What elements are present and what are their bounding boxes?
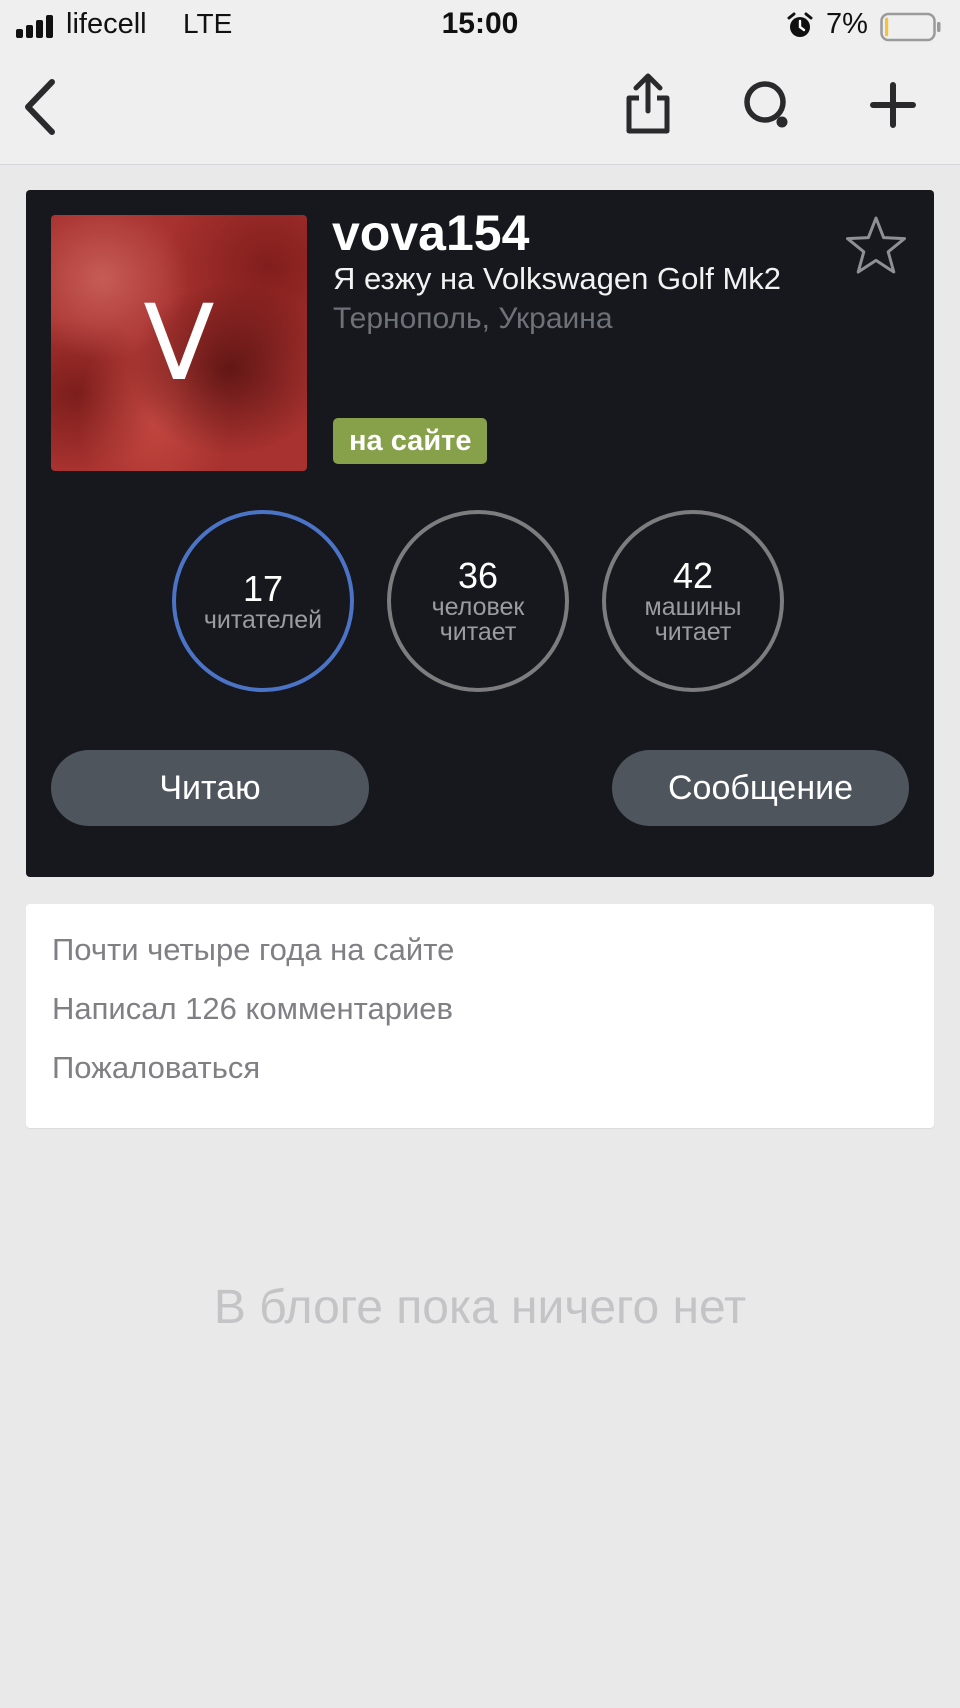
- info-card: Почти четыре года на сайте Написал 126 к…: [26, 904, 934, 1128]
- message-button[interactable]: Сообщение: [612, 750, 909, 826]
- star-outline-icon[interactable]: [844, 214, 908, 278]
- followers-label: читателей: [203, 605, 323, 634]
- following-people-label-2: читает: [439, 618, 517, 646]
- plus-icon: [870, 82, 916, 128]
- following-cars-label: машины: [644, 593, 742, 621]
- avatar: V: [51, 215, 307, 471]
- battery-icon: [880, 12, 941, 42]
- following-cars-count: 42: [672, 555, 714, 596]
- following-people-count: 36: [457, 555, 499, 596]
- share-icon: [626, 73, 670, 134]
- empty-blog-message: В блоге пока ничего нет: [213, 1281, 747, 1334]
- followers-stat[interactable]: 17 читателей: [172, 510, 354, 692]
- share-button[interactable]: [616, 68, 680, 140]
- status-bar: lifecell LTE 15:00 7%: [0, 0, 960, 52]
- avatar-letter: V: [143, 282, 215, 404]
- report-link[interactable]: Пожаловаться: [52, 1050, 260, 1086]
- alarm-icon: [787, 12, 813, 37]
- username: vova154: [332, 205, 530, 261]
- follow-button[interactable]: Читаю: [51, 750, 369, 826]
- back-icon: [25, 79, 55, 135]
- back-button[interactable]: [10, 74, 70, 140]
- online-status-badge: на сайте: [333, 418, 488, 464]
- comments-count: Написал 126 комментариев: [52, 991, 454, 1026]
- following-cars-label-2: читает: [654, 618, 732, 646]
- following-people-stat[interactable]: 36 человек читает: [387, 510, 569, 692]
- add-button[interactable]: [862, 72, 924, 138]
- user-location: Тернополь, Украина: [333, 302, 613, 335]
- search-icon: [744, 81, 788, 128]
- status-time: 15:00: [441, 7, 519, 40]
- search-button[interactable]: [736, 72, 800, 140]
- following-cars-stat[interactable]: 42 машины читает: [602, 510, 784, 692]
- membership-duration: Почти четыре года на сайте: [52, 932, 455, 967]
- followers-count: 17: [242, 567, 284, 609]
- navigation-bar: [0, 52, 960, 165]
- battery-percentage: 7%: [826, 8, 868, 40]
- following-people-label: человек: [431, 593, 525, 621]
- user-car: Я езжу на Volkswagen Golf Mk2: [333, 261, 782, 296]
- profile-card: V vova154 Я езжу на Volkswagen Golf Mk2 …: [26, 190, 934, 877]
